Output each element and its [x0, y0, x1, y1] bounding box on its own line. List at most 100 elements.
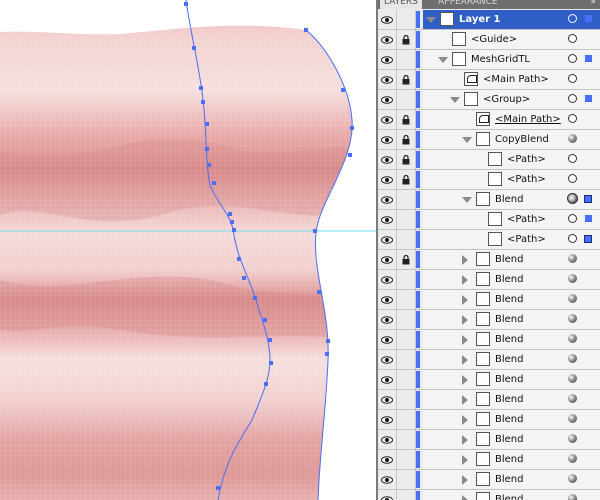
lock-toggle[interactable] [397, 190, 416, 209]
layer-name-cell[interactable]: Layer 1 [423, 10, 600, 29]
layer-row[interactable]: <Path> [378, 230, 600, 250]
layer-row[interactable]: Blend [378, 330, 600, 350]
collapsed-triangle-icon[interactable] [462, 355, 468, 365]
layer-name-cell[interactable]: Blend [423, 430, 600, 449]
expanded-triangle-icon[interactable] [450, 97, 460, 103]
lock-icon[interactable] [397, 170, 416, 189]
collapsed-triangle-icon[interactable] [462, 435, 468, 445]
layer-row[interactable]: <Path> [378, 150, 600, 170]
layer-name-cell[interactable]: CopyBlend [423, 130, 600, 149]
target-circle-icon[interactable] [568, 214, 577, 223]
layer-row[interactable]: <Path> [378, 210, 600, 230]
visibility-eye-icon[interactable] [378, 490, 397, 500]
mesh-artwork[interactable] [0, 0, 376, 500]
layer-row[interactable]: Blend [378, 250, 600, 270]
layer-row[interactable]: Blend [378, 470, 600, 490]
layer-name-cell[interactable]: Blend [423, 370, 600, 389]
layer-name-cell[interactable]: <Path> [423, 210, 600, 229]
target-circle-icon[interactable] [568, 394, 577, 403]
target-circle-icon[interactable] [568, 474, 577, 483]
layer-row[interactable]: CopyBlend [378, 130, 600, 150]
visibility-eye-icon[interactable] [378, 90, 397, 109]
collapsed-triangle-icon[interactable] [462, 295, 468, 305]
target-circle-icon[interactable] [568, 54, 577, 63]
lock-toggle[interactable] [397, 390, 416, 409]
layer-row[interactable]: <Group> [378, 90, 600, 110]
target-circle-icon[interactable] [568, 454, 577, 463]
layer-name-cell[interactable]: Blend [423, 290, 600, 309]
collapsed-triangle-icon[interactable] [462, 275, 468, 285]
lock-toggle[interactable] [397, 270, 416, 289]
target-circle-icon[interactable] [568, 34, 577, 43]
layer-row[interactable]: Blend [378, 450, 600, 470]
selection-indicator[interactable] [585, 215, 592, 222]
visibility-eye-icon[interactable] [378, 310, 397, 329]
target-circle-icon[interactable] [568, 414, 577, 423]
layer-name-cell[interactable]: Blend [423, 310, 600, 329]
layer-row[interactable]: Blend [378, 490, 600, 500]
tab-appearance[interactable]: APPEARANCE [434, 0, 502, 9]
layer-row[interactable]: Blend [378, 190, 600, 210]
layer-name-cell[interactable]: Blend [423, 330, 600, 349]
visibility-eye-icon[interactable] [378, 370, 397, 389]
expanded-triangle-icon[interactable] [426, 17, 436, 23]
selection-indicator[interactable] [584, 235, 592, 243]
visibility-eye-icon[interactable] [378, 290, 397, 309]
lock-toggle[interactable] [397, 450, 416, 469]
visibility-eye-icon[interactable] [378, 390, 397, 409]
layer-name-cell[interactable]: Blend [423, 470, 600, 489]
visibility-eye-icon[interactable] [378, 70, 397, 89]
layer-name-cell[interactable]: Blend [423, 350, 600, 369]
tab-layers[interactable]: LAYERS [380, 0, 422, 9]
selection-indicator[interactable] [585, 55, 592, 62]
lock-toggle[interactable] [397, 90, 416, 109]
visibility-eye-icon[interactable] [378, 470, 397, 489]
collapsed-triangle-icon[interactable] [462, 455, 468, 465]
layer-row[interactable]: <Main Path> [378, 70, 600, 90]
lock-toggle[interactable] [397, 430, 416, 449]
visibility-eye-icon[interactable] [378, 10, 397, 29]
layer-name-cell[interactable]: <Main Path> [423, 70, 600, 89]
layer-name-cell[interactable]: Blend [423, 450, 600, 469]
lock-toggle[interactable] [397, 230, 416, 249]
expanded-triangle-icon[interactable] [438, 57, 448, 63]
visibility-eye-icon[interactable] [378, 190, 397, 209]
lock-toggle[interactable] [397, 410, 416, 429]
layer-name-cell[interactable]: <Group> [423, 90, 600, 109]
visibility-eye-icon[interactable] [378, 230, 397, 249]
layer-row[interactable]: <Path> [378, 170, 600, 190]
selection-indicator[interactable] [584, 195, 592, 203]
collapsed-triangle-icon[interactable] [462, 335, 468, 345]
target-circle-icon[interactable] [568, 174, 577, 183]
layer-name-cell[interactable]: Blend [423, 390, 600, 409]
target-circle-icon[interactable] [568, 234, 577, 243]
lock-icon[interactable] [397, 150, 416, 169]
target-circle-icon[interactable] [568, 154, 577, 163]
lock-toggle[interactable] [397, 470, 416, 489]
lock-toggle[interactable] [397, 370, 416, 389]
layer-name-cell[interactable]: <Path> [423, 150, 600, 169]
layer-row[interactable]: Blend [378, 410, 600, 430]
target-circle-icon[interactable] [568, 134, 577, 143]
visibility-eye-icon[interactable] [378, 130, 397, 149]
expanded-triangle-icon[interactable] [462, 197, 472, 203]
collapsed-triangle-icon[interactable] [462, 315, 468, 325]
lock-icon[interactable] [397, 70, 416, 89]
target-circle-icon[interactable] [568, 434, 577, 443]
visibility-eye-icon[interactable] [378, 150, 397, 169]
layer-row[interactable]: <Guide> [378, 30, 600, 50]
collapsed-triangle-icon[interactable] [462, 475, 468, 485]
visibility-eye-icon[interactable] [378, 410, 397, 429]
target-circle-icon[interactable] [568, 74, 577, 83]
lock-toggle[interactable] [397, 310, 416, 329]
layer-row[interactable]: <Main Path> [378, 110, 600, 130]
lock-toggle[interactable] [397, 210, 416, 229]
lock-toggle[interactable] [397, 50, 416, 69]
expanded-triangle-icon[interactable] [462, 137, 472, 143]
target-circle-icon[interactable] [568, 294, 577, 303]
target-circle-icon[interactable] [568, 14, 577, 23]
visibility-eye-icon[interactable] [378, 170, 397, 189]
target-circle-icon[interactable] [568, 254, 577, 263]
layer-name-cell[interactable]: Blend [423, 490, 600, 500]
target-circle-icon[interactable] [568, 274, 577, 283]
